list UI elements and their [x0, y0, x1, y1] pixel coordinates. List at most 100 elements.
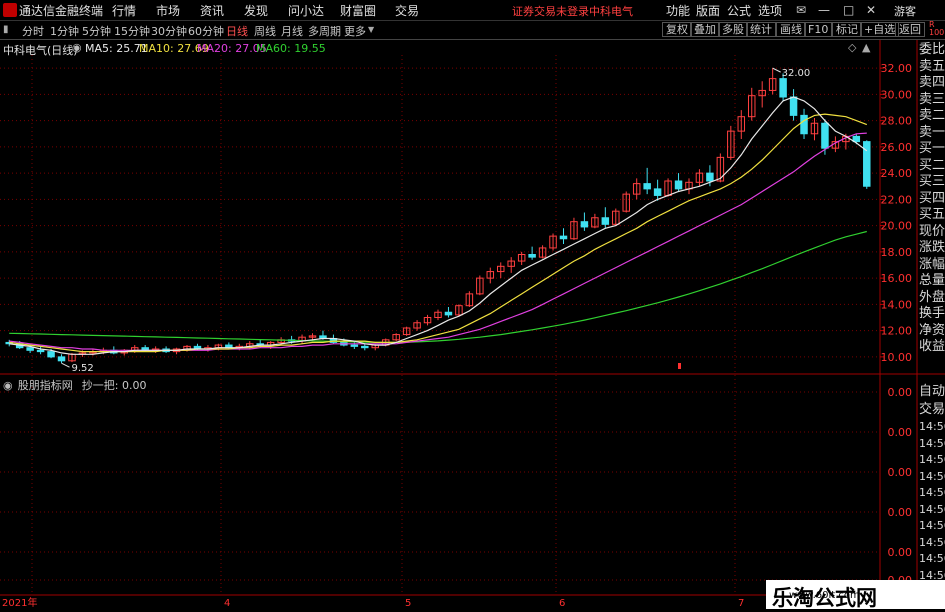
app-name: 通达信金融终端 — [19, 4, 104, 18]
quote-label: 总量 — [919, 273, 945, 288]
menu-news[interactable]: 资讯 — [200, 2, 224, 19]
menu-ask[interactable]: 问小达 — [288, 2, 324, 19]
y-tick-label: 18.00 — [881, 246, 913, 259]
menu-options[interactable]: 选项 — [758, 2, 782, 19]
sub-panel-header: ◉ 股朋指标网 抄一把: 0.00 — [3, 374, 147, 393]
quote-label: 涨幅 — [919, 256, 945, 272]
adjust-button[interactable]: 复权 — [662, 22, 692, 37]
add-watchlist-button[interactable]: +自选 — [860, 22, 900, 37]
login-status[interactable]: 证券交易未登录 — [512, 3, 589, 19]
menu-quotes[interactable]: 行情 — [112, 2, 136, 19]
menu-layout[interactable]: 版面 — [696, 2, 720, 19]
toolbar-menu-icon[interactable]: ▮ — [3, 24, 9, 35]
x-date-label: 2021年 — [2, 596, 37, 609]
low-pointer — [61, 362, 70, 368]
chart-area[interactable]: 32.00 30.00 28.00 26.00 24.00 22.00 20.00 18.00… — [0, 40, 945, 609]
message-icon[interactable]: ✉ — [796, 3, 806, 17]
candle-body-down — [821, 122, 829, 149]
y-tick-label: 12.00 — [881, 325, 913, 338]
candle-body-down — [800, 114, 808, 135]
right-info-panel: 委比 卖五 卖四 卖三 卖二 卖一 买一 买二 买三 买四 买五 现价 涨跌 涨幅 总量 外盘 换手 净资 收益 — [919, 42, 945, 356]
period-more[interactable]: 更多 — [344, 23, 366, 39]
mark-button[interactable]: 标记 — [832, 22, 862, 37]
candle-body-down — [528, 254, 536, 258]
app-logo-icon — [3, 3, 17, 17]
candle-body-down — [863, 141, 871, 187]
period-daily[interactable]: 日线 — [226, 23, 248, 39]
candle-body-down — [350, 344, 359, 347]
annotations: 32.00 9.52 — [61, 67, 810, 374]
f10-button[interactable]: F10 — [804, 22, 833, 37]
period-30min[interactable]: 30分钟 — [151, 23, 187, 39]
y-tick-label: 16.00 — [881, 272, 913, 285]
menu-trade[interactable]: 交易 — [395, 2, 419, 19]
period-monthly[interactable]: 月线 — [281, 23, 303, 39]
quote-label: 收益 — [919, 339, 945, 354]
quote-label: 外盘 — [919, 289, 945, 305]
candle-body-down — [559, 235, 568, 240]
y-tick-label: 26.00 — [881, 141, 913, 154]
candle-body-down — [789, 96, 798, 116]
auto-label[interactable]: 自动 — [919, 383, 945, 401]
sub-settings-icon[interactable]: ◉ — [3, 379, 13, 392]
y-tick-label: 30.00 — [881, 88, 913, 101]
close-icon[interactable]: ✕ — [866, 3, 876, 17]
price-indicator-icon: R 100 — [929, 20, 945, 37]
sub-y-tick-label: 0.00 — [888, 506, 913, 519]
sub-y-tick-label: 0.00 — [888, 386, 913, 399]
back-button[interactable]: 返回 — [895, 22, 925, 37]
trade-label[interactable]: 交易 — [919, 401, 945, 419]
trade-time: 14:56 — [919, 453, 945, 466]
period-5min[interactable]: 5分钟 — [82, 23, 111, 39]
y-tick-label: 32.00 — [881, 62, 913, 75]
period-intraday[interactable]: 分时 — [22, 23, 44, 39]
period-1min[interactable]: 1分钟 — [50, 23, 79, 39]
overlay-button[interactable]: 叠加 — [690, 22, 720, 37]
trade-time: 14:56 — [919, 519, 945, 532]
quote-label: 涨跌 — [919, 240, 945, 255]
maximize-icon[interactable]: □ — [843, 3, 854, 17]
y-tick-label: 10.00 — [881, 351, 913, 364]
low-label: 9.52 — [72, 363, 94, 374]
y-tick-label: 24.00 — [881, 167, 913, 180]
period-60min[interactable]: 60分钟 — [188, 23, 224, 39]
period-weekly[interactable]: 周线 — [254, 23, 276, 39]
menu-formula[interactable]: 公式 — [727, 2, 751, 19]
guest-label[interactable]: 游客 — [894, 3, 916, 19]
candle-body-down — [601, 217, 610, 225]
minimize-icon[interactable]: — — [818, 3, 830, 17]
candle-body-down — [57, 356, 66, 362]
candle-body-down — [26, 347, 34, 351]
menu-wealth[interactable]: 财富圈 — [340, 2, 376, 19]
trade-times: 14:56 14:56 14:56 14:56 14:56 14:56 14:56 14:56… — [919, 419, 945, 584]
quote-label: 委比 — [919, 42, 945, 57]
period-15min[interactable]: 15分钟 — [114, 23, 150, 39]
quote-label: 卖一 — [919, 124, 945, 140]
quote-label: 买三 — [919, 174, 945, 189]
sub-formula-label: 抄一把: 0.00 — [81, 379, 147, 392]
quote-label: 买一 — [919, 141, 945, 156]
high-pointer — [772, 67, 781, 73]
candle-body-down — [779, 78, 787, 98]
more-dropdown-icon[interactable]: ▼ — [368, 25, 374, 34]
multi-stock-button[interactable]: 多股 — [718, 22, 748, 37]
menu-market[interactable]: 市场 — [156, 2, 180, 19]
draw-button[interactable]: 画线 — [776, 22, 806, 37]
trade-time: 14:56 — [919, 469, 945, 483]
event-marker — [678, 363, 681, 369]
candle-body-down — [444, 311, 453, 316]
quote-label: 净资 — [919, 322, 945, 338]
menu-discover[interactable]: 发现 — [244, 2, 268, 19]
quote-label: 卖四 — [919, 75, 945, 90]
period-multi[interactable]: 多周期 — [308, 23, 341, 39]
right-trade-panel: 自动 交易 14:5614:5614:5614:5614:5614:5614:5… — [919, 383, 945, 584]
sub-indicator-title: 股朋指标网 — [17, 379, 73, 392]
x-date-label: 5 — [405, 598, 411, 609]
y-tick-labels: 32.00 30.00 28.00 26.00 24.00 22.00 20.00 18.00… — [881, 62, 913, 364]
candle-body-down — [36, 349, 45, 353]
trade-time: 14:56 — [919, 436, 945, 450]
candles — [5, 68, 871, 364]
stats-button[interactable]: 统计 — [746, 22, 776, 37]
quote-label: 卖三 — [919, 91, 945, 107]
menu-function[interactable]: 功能 — [666, 2, 690, 19]
